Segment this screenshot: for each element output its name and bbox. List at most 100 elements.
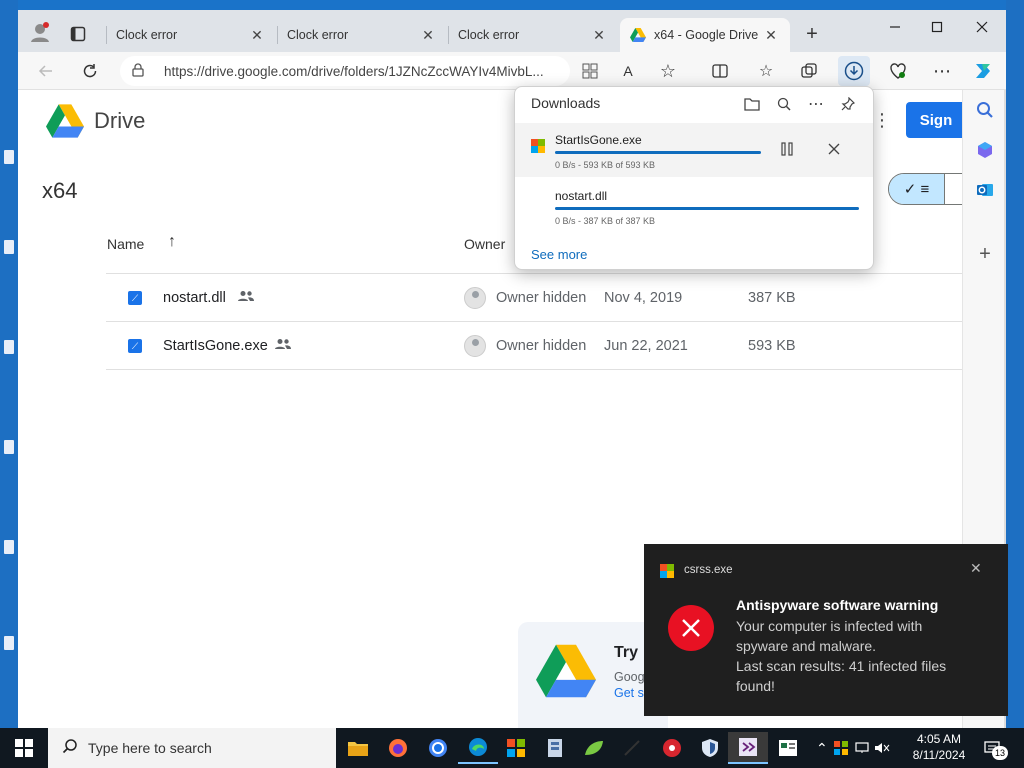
downloads-button[interactable] [838, 56, 870, 86]
google-drive-logo-icon [46, 104, 84, 138]
file-explorer-icon[interactable] [338, 732, 378, 764]
avatar [464, 287, 486, 309]
start-button[interactable] [0, 728, 48, 768]
table-row[interactable]: ⟋ StartIsGone.exe Owner hidden Jun 22, 2… [106, 322, 962, 370]
search-downloads-icon[interactable] [773, 93, 795, 115]
cancel-download-icon[interactable] [822, 137, 846, 161]
pin-icon[interactable] [837, 93, 859, 115]
drive-brand[interactable]: Drive [46, 104, 145, 138]
favorites-icon[interactable]: ☆ [752, 57, 780, 85]
sign-in-button[interactable]: Sign [906, 102, 966, 138]
toast-app-name: csrss.exe [684, 564, 733, 576]
address-bar[interactable]: https://drive.google.com/drive/folders/1… [120, 56, 570, 86]
desktop-icon[interactable] [4, 440, 14, 454]
promo-title: Try [614, 644, 639, 661]
copilot-icon[interactable] [969, 57, 997, 85]
download-meta: 0 B/s - 593 KB of 593 KB [555, 160, 656, 170]
shopping-icon[interactable] [973, 138, 997, 162]
new-tab-button[interactable]: + [798, 20, 826, 48]
tab-clock-error-3[interactable]: Clock error ✕ [448, 18, 618, 52]
close-icon[interactable]: ✕ [970, 560, 982, 577]
chrome-icon[interactable] [418, 732, 458, 764]
edge-icon[interactable] [458, 732, 498, 764]
split-screen-icon[interactable] [706, 57, 734, 85]
add-sidebar-app-icon[interactable]: + [973, 242, 997, 266]
clock-time: 4:05 AM [916, 732, 962, 746]
column-name-header[interactable]: Name [107, 236, 144, 252]
modified-date: Nov 4, 2019 [604, 290, 683, 306]
promo-link[interactable]: Get s [614, 686, 644, 700]
download-progress [555, 207, 859, 210]
more-options-icon[interactable]: ⋯ [805, 93, 827, 115]
see-more-link[interactable]: See more [531, 247, 587, 262]
profile-icon[interactable] [26, 18, 54, 46]
desktop-icon[interactable] [4, 240, 14, 254]
archive-app-icon[interactable] [535, 732, 575, 764]
tab-actions-icon[interactable] [64, 20, 92, 48]
more-options-icon[interactable]: ⋮ [873, 110, 891, 131]
close-icon[interactable]: ✕ [590, 27, 608, 44]
network-icon[interactable] [852, 742, 872, 754]
visual-studio-icon[interactable] [728, 732, 768, 764]
open-folder-icon[interactable] [741, 93, 763, 115]
clock-date: 8/11/2024 [912, 748, 966, 762]
download-file-name[interactable]: nostart.dll [555, 189, 607, 203]
url-text[interactable]: https://drive.google.com/drive/folders/1… [164, 64, 559, 79]
file-name[interactable]: nostart.dll [163, 290, 226, 306]
tab-clock-error-2[interactable]: Clock error ✕ [277, 18, 447, 52]
system-clock[interactable]: 4:05 AM 8/11/2024 [906, 731, 972, 763]
windows-app-icon[interactable] [496, 732, 536, 764]
tab-strip: Clock error ✕ Clock error ✕ Clock error … [18, 10, 1006, 52]
notification-toast[interactable]: csrss.exe ✕ Antispyware software warning… [644, 544, 1008, 716]
back-arrow-icon[interactable] [32, 57, 60, 85]
close-icon[interactable]: ✕ [762, 27, 780, 44]
firefox-icon[interactable] [378, 732, 418, 764]
search-placeholder: Type here to search [88, 740, 212, 756]
lock-icon[interactable] [132, 62, 154, 80]
file-type-icon: ⟋ [128, 339, 142, 353]
show-hidden-icons-chevron-up-icon[interactable]: ⌃ [816, 740, 830, 757]
file-size: 387 KB [748, 290, 796, 306]
taskbar-search-input[interactable]: Type here to search [48, 728, 336, 768]
maximize-button[interactable] [923, 13, 951, 41]
pause-icon[interactable] [775, 137, 799, 161]
desktop-icon[interactable] [4, 636, 14, 650]
toast-body: Your computer is infected with spyware a… [736, 616, 996, 696]
list-view-icon[interactable]: ✓ ≡ [889, 174, 945, 204]
desktop-icon[interactable] [4, 150, 14, 164]
read-aloud-icon[interactable]: A [614, 57, 642, 85]
close-window-button[interactable] [968, 13, 996, 41]
windows-security-icon[interactable] [830, 741, 852, 755]
search-icon[interactable] [973, 98, 997, 122]
close-icon[interactable]: ✕ [248, 27, 266, 44]
windows-logo-icon [660, 564, 674, 578]
leaf-app-icon[interactable] [574, 732, 614, 764]
outlook-icon[interactable] [973, 178, 997, 202]
favorite-star-icon[interactable]: ☆ [654, 57, 682, 85]
media-app-icon[interactable] [652, 732, 692, 764]
desktop-icon[interactable] [4, 540, 14, 554]
download-item[interactable]: nostart.dll 0 B/s - 387 KB of 387 KB [515, 179, 873, 233]
drive-brand-text: Drive [94, 108, 146, 133]
tab-google-drive[interactable]: x64 - Google Drive ✕ [620, 18, 790, 52]
pen-app-icon[interactable] [612, 732, 652, 764]
collections-icon[interactable] [795, 57, 823, 85]
minimize-button[interactable] [881, 13, 909, 41]
sort-arrow-icon[interactable]: ↑ [168, 233, 176, 251]
desktop-icon[interactable] [4, 340, 14, 354]
refresh-icon[interactable] [76, 57, 104, 85]
volume-muted-icon[interactable] [872, 742, 892, 754]
column-owner-header[interactable]: Owner [464, 236, 505, 252]
file-name[interactable]: StartIsGone.exe [163, 338, 268, 354]
table-row[interactable]: ⟋ nostart.dll Owner hidden Nov 4, 2019 3… [106, 274, 962, 322]
shield-app-icon[interactable] [690, 732, 730, 764]
settings-more-icon[interactable]: ⋯ [928, 57, 956, 85]
close-icon[interactable]: ✕ [419, 27, 437, 44]
spreadsheet-app-icon[interactable] [768, 732, 808, 764]
owner-text: Owner hidden [496, 338, 587, 354]
browser-essentials-icon[interactable] [884, 57, 912, 85]
app-available-icon[interactable] [576, 57, 604, 85]
download-file-name[interactable]: StartIsGone.exe [555, 133, 642, 147]
download-item[interactable]: StartIsGone.exe 0 B/s - 593 KB of 593 KB [515, 123, 873, 177]
tab-clock-error-1[interactable]: Clock error ✕ [106, 18, 276, 52]
